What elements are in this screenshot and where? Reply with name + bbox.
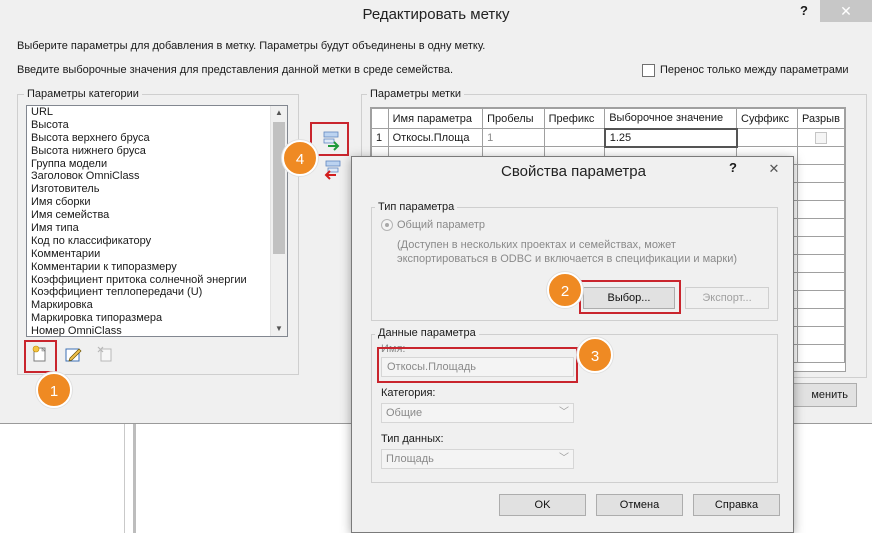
export-button[interactable]: Экспорт... bbox=[685, 287, 769, 309]
parameter-properties-dialog: Свойства параметра ? ✕ Тип параметра Общ… bbox=[351, 156, 794, 533]
table-header: Пробелы bbox=[482, 108, 545, 129]
list-item[interactable]: Маркировка bbox=[27, 299, 287, 312]
shared-param-desc: экспортироваться в ODBC и включается в с… bbox=[397, 253, 738, 265]
datatype-label: Тип данных: bbox=[381, 433, 444, 445]
list-item[interactable]: Группа модели bbox=[27, 158, 287, 171]
list-item[interactable]: Коэффициент теплопередачи (U) bbox=[27, 286, 287, 299]
list-item[interactable]: Имя типа bbox=[27, 222, 287, 235]
scroll-up-icon[interactable]: ▲ bbox=[271, 106, 287, 120]
list-item[interactable]: Маркировка типоразмера bbox=[27, 312, 287, 325]
list-item[interactable]: Имя сборки bbox=[27, 196, 287, 209]
shared-param-desc: (Доступен в нескольких проектах и семейс… bbox=[397, 239, 676, 251]
close-button[interactable]: ✕ bbox=[757, 159, 791, 179]
highlight-select-button bbox=[579, 280, 681, 314]
category-select-value: Общие bbox=[386, 407, 423, 419]
instruction-text: Введите выборочные значения для представ… bbox=[17, 64, 454, 76]
list-item[interactable]: Изготовитель bbox=[27, 183, 287, 196]
label-params-caption: Параметры метки bbox=[367, 88, 465, 100]
ok-button[interactable]: OK bbox=[499, 494, 586, 516]
list-item[interactable]: Высота нижнего бруса bbox=[27, 145, 287, 158]
table-header bbox=[371, 108, 389, 129]
table-header: Выборочное значение bbox=[604, 108, 738, 129]
list-item[interactable]: Высота bbox=[27, 119, 287, 132]
scroll-thumb[interactable] bbox=[273, 122, 285, 254]
shared-param-label: Общий параметр bbox=[397, 219, 486, 231]
step-badge-3: 3 bbox=[577, 337, 613, 373]
shared-param-radio[interactable] bbox=[381, 219, 393, 231]
table-row[interactable]: 1 Откосы.Площа 1 1.25 bbox=[371, 127, 845, 148]
suffix-cell[interactable] bbox=[736, 128, 799, 147]
break-cell[interactable] bbox=[797, 128, 845, 147]
step-badge-4: 4 bbox=[282, 140, 318, 176]
list-item[interactable]: Комментарии к типоразмеру bbox=[27, 261, 287, 274]
list-item[interactable]: URL bbox=[27, 106, 287, 119]
param-type-caption: Тип параметра bbox=[375, 201, 458, 213]
apply-button[interactable]: менить bbox=[793, 383, 857, 407]
param-name-cell[interactable]: Откосы.Площа bbox=[387, 128, 484, 147]
list-item[interactable]: Имя семейства bbox=[27, 209, 287, 222]
category-select[interactable]: Общие ﹀ bbox=[381, 403, 574, 423]
chevron-down-icon: ﹀ bbox=[559, 407, 569, 418]
table-header: Разрыв bbox=[797, 108, 845, 129]
chevron-down-icon: ﹀ bbox=[559, 453, 569, 464]
table-header: Суффикс bbox=[736, 108, 799, 129]
remove-from-label-icon[interactable] bbox=[321, 158, 343, 180]
break-checkbox[interactable] bbox=[815, 131, 828, 144]
spaces-cell[interactable]: 1 bbox=[482, 128, 545, 147]
table-header: Имя параметра bbox=[387, 108, 484, 129]
list-item[interactable]: Номер OmniClass bbox=[27, 325, 287, 336]
list-item[interactable]: Комментарии bbox=[27, 248, 287, 261]
background-divider bbox=[124, 424, 125, 533]
help-icon[interactable]: ? bbox=[800, 3, 808, 18]
title-bar: Редактировать метку ? ✕ bbox=[0, 0, 872, 30]
transfer-checkbox[interactable] bbox=[642, 64, 655, 77]
prefix-cell[interactable] bbox=[543, 128, 606, 147]
step-badge-2: 2 bbox=[547, 272, 583, 308]
scroll-down-icon[interactable]: ▼ bbox=[271, 322, 287, 336]
help-button[interactable]: Справка bbox=[693, 494, 780, 516]
help-icon[interactable]: ? bbox=[729, 160, 737, 175]
list-scrollbar[interactable]: ▲ ▼ bbox=[270, 106, 287, 336]
highlight-new-parameter bbox=[24, 340, 57, 373]
category-params-caption: Параметры категории bbox=[24, 88, 142, 100]
delete-parameter-icon[interactable] bbox=[95, 343, 117, 365]
datatype-select[interactable]: Площадь ﹀ bbox=[381, 449, 574, 469]
sample-value-cell[interactable]: 1.25 bbox=[603, 127, 738, 148]
highlight-name-field bbox=[377, 347, 578, 383]
background-divider bbox=[133, 424, 136, 533]
instruction-text: Выберите параметры для добавления в метк… bbox=[17, 40, 486, 52]
param-data-caption: Данные параметра bbox=[375, 327, 479, 339]
row-number: 1 bbox=[371, 128, 389, 147]
edit-parameter-icon[interactable] bbox=[62, 343, 84, 365]
close-button[interactable]: ✕ bbox=[820, 0, 872, 22]
category-params-list[interactable]: URL Высота Высота верхнего бруса Высота ниж… bbox=[26, 105, 288, 337]
table-header: Префикс bbox=[543, 108, 606, 129]
list-item[interactable]: Коэффициент притока солнечной энергии bbox=[27, 274, 287, 287]
step-badge-1: 1 bbox=[36, 372, 72, 408]
dialog-title: Редактировать метку bbox=[362, 6, 510, 23]
transfer-checkbox-label: Перенос только между параметрами bbox=[660, 64, 849, 76]
category-label: Категория: bbox=[381, 387, 436, 399]
list-item[interactable]: Заголовок OmniClass bbox=[27, 170, 287, 183]
cancel-button[interactable]: Отмена bbox=[596, 494, 683, 516]
list-item[interactable]: Код по классификатору bbox=[27, 235, 287, 248]
list-item[interactable]: Высота верхнего бруса bbox=[27, 132, 287, 145]
datatype-select-value: Площадь bbox=[386, 453, 434, 465]
